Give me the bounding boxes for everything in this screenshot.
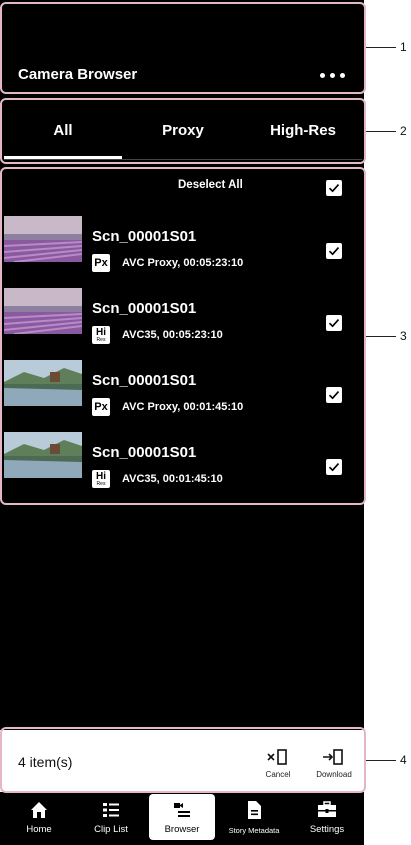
- clip-checkbox[interactable]: [326, 243, 342, 259]
- home-icon: [31, 802, 47, 818]
- story-metadata-icon: [248, 801, 261, 819]
- callout-line-2: [366, 131, 396, 132]
- high-res-badge: Hi Res: [92, 326, 110, 344]
- clip-list-icon: [103, 803, 119, 817]
- callout-line-1: [366, 47, 396, 48]
- clip-checkbox[interactable]: [326, 459, 342, 475]
- callout-line-4: [366, 760, 396, 761]
- clip-checkbox[interactable]: [326, 315, 342, 331]
- list-item[interactable]: Scn_00001S01 Px AVC Proxy, 00:05:23:10: [4, 216, 362, 278]
- clip-name: Scn_00001S01: [92, 228, 197, 245]
- list-item[interactable]: Scn_00001S01 Hi Res AVC35, 00:01:45:10: [4, 432, 362, 494]
- settings-icon: [318, 801, 336, 817]
- clip-meta: AVC35, 00:05:23:10: [122, 329, 223, 341]
- clip-thumbnail: [4, 288, 82, 334]
- clip-name: Scn_00001S01: [92, 372, 197, 389]
- proxy-badge: Px: [92, 254, 110, 272]
- page-title: Camera Browser: [18, 66, 138, 83]
- cancel-button[interactable]: Cancel: [254, 744, 302, 786]
- high-res-badge: Hi Res: [92, 470, 110, 488]
- item-count: 4 item(s): [18, 754, 73, 770]
- callout-number-3: 3: [400, 329, 407, 343]
- download-icon: [323, 749, 343, 765]
- clip-thumbnail: [4, 360, 82, 406]
- nav-clip-list[interactable]: Clip List: [78, 794, 144, 840]
- download-button[interactable]: Download: [310, 744, 358, 786]
- tab-divider: [4, 159, 362, 160]
- list-item[interactable]: Scn_00001S01 Px AVC Proxy, 00:01:45:10: [4, 360, 362, 422]
- clip-meta: AVC Proxy, 00:01:45:10: [122, 401, 244, 413]
- tab-high-res[interactable]: High-Res: [244, 104, 362, 156]
- clip-checkbox[interactable]: [326, 387, 342, 403]
- action-bar: 4 item(s) Cancel Download: [0, 730, 364, 792]
- nav-settings[interactable]: Settings: [294, 794, 360, 840]
- clip-meta: AVC Proxy, 00:05:23:10: [122, 257, 244, 269]
- nav-home[interactable]: Home: [6, 794, 72, 840]
- clip-thumbnail: [4, 216, 82, 262]
- clip-thumbnail: [4, 432, 82, 478]
- deselect-all-label[interactable]: Deselect All: [178, 179, 243, 191]
- tab-proxy[interactable]: Proxy: [122, 104, 244, 156]
- tab-all[interactable]: All: [4, 104, 122, 156]
- callout-number-2: 2: [400, 124, 407, 138]
- proxy-badge: Px: [92, 398, 110, 416]
- select-all-checkbox[interactable]: [326, 180, 342, 196]
- cancel-icon: [267, 749, 287, 765]
- clip-name: Scn_00001S01: [92, 444, 197, 461]
- clip-meta: AVC35, 00:01:45:10: [122, 473, 223, 485]
- active-tab-indicator: [4, 156, 122, 159]
- callout-number-1: 1: [400, 40, 407, 54]
- nav-story-metadata[interactable]: Story Metadata: [221, 794, 287, 840]
- callout-number-4: 4: [400, 753, 407, 767]
- list-item[interactable]: Scn_00001S01 Hi Res AVC35, 00:05:23:10: [4, 288, 362, 350]
- nav-browser[interactable]: Browser: [149, 794, 215, 840]
- more-horizontal-icon[interactable]: [320, 73, 346, 79]
- browser-icon: [174, 803, 190, 817]
- bottom-nav: Home Clip List Browser Story Metadata Se…: [0, 792, 364, 845]
- callout-line-3: [366, 336, 396, 337]
- clip-name: Scn_00001S01: [92, 300, 197, 317]
- camera-browser-screen: Camera Browser All Proxy High-Res Desele…: [0, 0, 364, 845]
